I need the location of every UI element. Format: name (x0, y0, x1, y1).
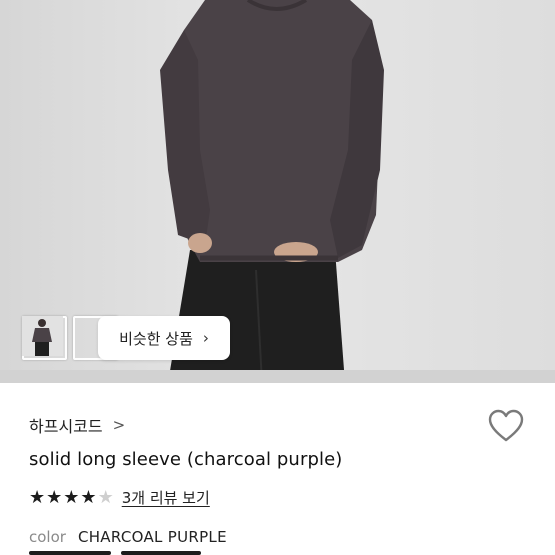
star-filled-icon: ★ (63, 486, 80, 508)
heart-outline-icon[interactable] (488, 409, 524, 443)
product-info-panel: 하프시코드 > solid long sleeve (charcoal purp… (0, 383, 555, 555)
shop-link[interactable]: 하프시코드 > (29, 413, 125, 437)
similar-products-label: 비슷한 상품 (119, 329, 193, 348)
reviews-link[interactable]: 3개 리뷰 보기 (122, 487, 210, 508)
option-chip-edge[interactable] (121, 551, 201, 555)
color-value: CHARCOAL PURPLE (77, 528, 227, 546)
color-row: color CHARCOAL PURPLE (29, 528, 227, 546)
shop-name: 하프시코드 (29, 417, 103, 436)
similar-products-button[interactable]: 비슷한 상품 › (98, 316, 230, 360)
option-chip-edge[interactable] (29, 551, 111, 555)
chevron-right-icon: › (202, 329, 209, 347)
color-label: color (29, 528, 66, 546)
product-title: solid long sleeve (charcoal purple) (29, 449, 343, 470)
rating-stars: ★ ★ ★ ★ ★ (29, 486, 114, 508)
chevron-right-icon: > (112, 416, 126, 434)
star-filled-icon: ★ (29, 486, 46, 508)
option-chips-partial (29, 551, 201, 555)
rating-row: ★ ★ ★ ★ ★ 3개 리뷰 보기 (29, 487, 210, 508)
star-empty-icon: ★ (97, 486, 114, 508)
star-filled-icon: ★ (80, 486, 97, 508)
star-filled-icon: ★ (46, 486, 63, 508)
product-main-image[interactable]: 비슷한 상품 › (0, 0, 555, 383)
